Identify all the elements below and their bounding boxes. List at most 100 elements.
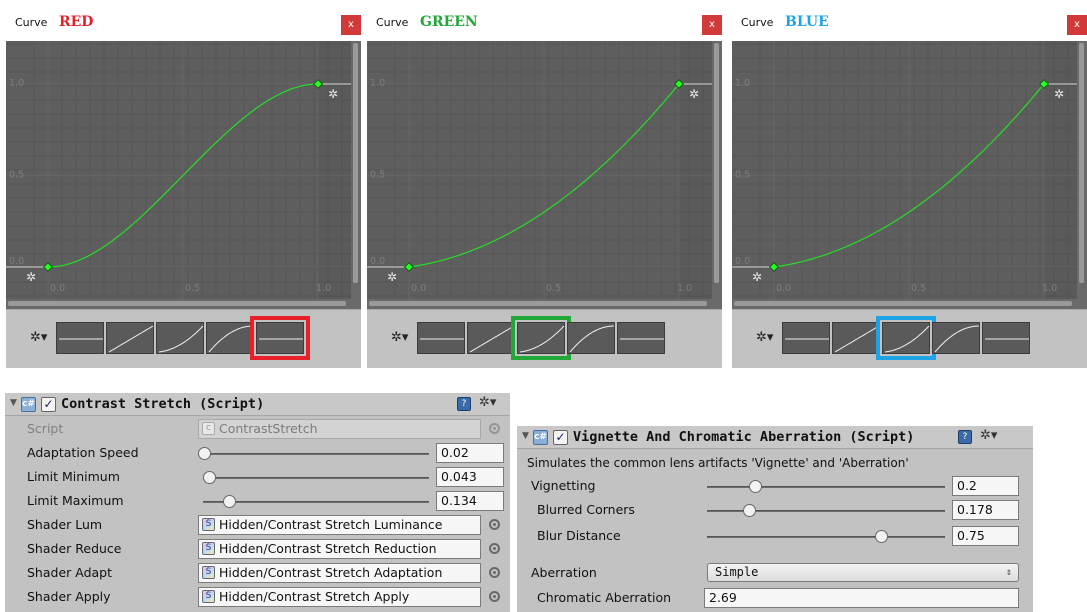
slider-thumb[interactable] bbox=[198, 447, 211, 460]
curve-preset-constant[interactable] bbox=[782, 322, 830, 354]
slider-track[interactable] bbox=[707, 486, 945, 488]
tangent-gear-icon: ✲ bbox=[1054, 87, 1064, 101]
preset-curve-line bbox=[158, 325, 204, 353]
value-field[interactable]: 0.178 bbox=[952, 500, 1019, 520]
curve-title-bar: Curve RED x bbox=[5, 5, 361, 41]
value-field[interactable]: 0.02 bbox=[436, 443, 504, 463]
slider-thumb[interactable] bbox=[223, 495, 236, 508]
slider-track[interactable] bbox=[203, 501, 429, 503]
curve-preset-ease-in-out[interactable] bbox=[617, 322, 665, 354]
chromatic-row: Chromatic Aberration 2.69 bbox=[517, 587, 1033, 611]
shader-value: Hidden/Contrast Stretch Adaptation bbox=[219, 565, 443, 580]
script-icon: c# bbox=[533, 430, 548, 445]
curve-preset-linear[interactable] bbox=[467, 322, 515, 354]
curve-preset-bar: ✲▾ bbox=[732, 309, 1087, 368]
value-field[interactable]: 0.2 bbox=[952, 476, 1019, 496]
slider-thumb[interactable] bbox=[203, 471, 216, 484]
shader-field[interactable]: S Hidden/Contrast Stretch Adaptation bbox=[198, 563, 481, 583]
shader-value: Hidden/Contrast Stretch Luminance bbox=[219, 517, 443, 532]
x-tick-label: 0.5 bbox=[185, 283, 200, 294]
object-picker-icon[interactable] bbox=[489, 591, 500, 602]
close-button[interactable]: x bbox=[341, 15, 361, 35]
slider-row-vignetting: Vignetting 0.2 bbox=[517, 475, 1033, 499]
curve-title-bar: Curve BLUE x bbox=[731, 5, 1087, 41]
chromatic-label: Chromatic Aberration bbox=[537, 590, 672, 605]
slider-label: Adaptation Speed bbox=[27, 445, 139, 460]
slider-label: Vignetting bbox=[531, 478, 596, 493]
vertical-scrollbar-thumb bbox=[353, 43, 358, 283]
slider-label: Blur Distance bbox=[537, 528, 621, 543]
curve-preset-ease-in-out[interactable] bbox=[250, 316, 310, 360]
curve-editor-canvas[interactable]: 1.0 0.5 0.0 0.0 0.5 1.0 ✲ ✲ bbox=[367, 41, 722, 309]
enabled-checkbox[interactable]: ✓ bbox=[41, 397, 56, 412]
curve-preset-ease-in[interactable] bbox=[156, 322, 204, 354]
curve-label: Curve bbox=[15, 16, 48, 29]
horizontal-scrollbar-thumb bbox=[8, 301, 346, 306]
slider-label: Blurred Corners bbox=[537, 502, 635, 517]
value-field[interactable]: 0.75 bbox=[952, 526, 1019, 546]
vertical-scrollbar-thumb bbox=[714, 43, 719, 283]
slider-row-limit-maximum: Limit Maximum 0.134 bbox=[5, 490, 510, 514]
shader-value: Hidden/Contrast Stretch Reduction bbox=[219, 541, 437, 556]
slider-row-limit-minimum: Limit Minimum 0.043 bbox=[5, 466, 510, 490]
curve-preset-ease-out[interactable] bbox=[567, 322, 615, 354]
preset-curve-line bbox=[519, 325, 565, 353]
curve-preset-linear[interactable] bbox=[106, 322, 154, 354]
shader-field[interactable]: S Hidden/Contrast Stretch Reduction bbox=[198, 539, 481, 559]
slider-track[interactable] bbox=[707, 536, 945, 538]
foldout-arrow-icon[interactable]: ▼ bbox=[10, 398, 17, 408]
slider-track[interactable] bbox=[203, 453, 429, 455]
help-book-icon[interactable]: ? bbox=[958, 430, 972, 444]
shader-field[interactable]: S Hidden/Contrast Stretch Apply bbox=[198, 587, 481, 607]
shader-file-icon: S bbox=[202, 542, 215, 555]
contrast-stretch-inspector: ▼ c# ✓ Contrast Stretch (Script) ? ✲▾ Sc… bbox=[5, 393, 510, 612]
chromatic-value-field[interactable]: 2.69 bbox=[704, 588, 1019, 608]
enabled-checkbox[interactable]: ✓ bbox=[553, 430, 568, 445]
curve-preset-ease-out[interactable] bbox=[932, 322, 980, 354]
tangent-gear-icon: ✲ bbox=[328, 87, 338, 101]
curve-window-blue: Curve BLUE x 1.0 0.5 0.0 0.0 0.5 1.0 ✲ ✲ ✲▾ bbox=[731, 5, 1087, 368]
y-tick-label: 0.5 bbox=[735, 170, 750, 181]
value-field[interactable]: 0.043 bbox=[436, 467, 504, 487]
close-button[interactable]: x bbox=[702, 15, 722, 35]
slider-thumb[interactable] bbox=[743, 504, 756, 517]
gear-icon[interactable]: ✲▾ bbox=[479, 395, 496, 410]
slider-thumb[interactable] bbox=[749, 480, 762, 493]
tangent-gear-icon: ✲ bbox=[387, 270, 397, 284]
component-header: ▼ c# ✓ Contrast Stretch (Script) ? ✲▾ bbox=[5, 393, 510, 416]
shader-file-icon: S bbox=[202, 566, 215, 579]
object-picker-icon[interactable] bbox=[489, 543, 500, 554]
component-title: Contrast Stretch (Script) bbox=[61, 396, 265, 412]
curve-preset-constant[interactable] bbox=[56, 322, 104, 354]
shader-field[interactable]: S Hidden/Contrast Stretch Luminance bbox=[198, 515, 481, 535]
gear-icon[interactable]: ✲▾ bbox=[30, 330, 47, 345]
foldout-arrow-icon[interactable]: ▼ bbox=[522, 431, 529, 441]
slider-track[interactable] bbox=[203, 477, 429, 479]
curve-preset-ease-in[interactable] bbox=[876, 316, 936, 360]
curve-editor-canvas[interactable]: 1.0 0.5 0.0 0.0 0.5 1.0 ✲ ✲ bbox=[6, 41, 361, 309]
shader-file-icon: S bbox=[202, 590, 215, 603]
curve-preset-ease-out[interactable] bbox=[206, 322, 254, 354]
shader-row-adapt: Shader Adapt S Hidden/Contrast Stretch A… bbox=[5, 562, 510, 586]
object-picker-icon[interactable] bbox=[489, 567, 500, 578]
curve-preset-constant[interactable] bbox=[417, 322, 465, 354]
gear-icon[interactable]: ✲▾ bbox=[756, 330, 773, 345]
close-button[interactable]: x bbox=[1067, 15, 1087, 35]
gear-icon[interactable]: ✲▾ bbox=[980, 428, 997, 443]
tangent-gear-icon: ✲ bbox=[26, 270, 36, 284]
tangent-gear-icon: ✲ bbox=[689, 87, 699, 101]
shader-file-icon: S bbox=[202, 518, 215, 531]
object-picker-icon[interactable] bbox=[489, 519, 500, 530]
value-field[interactable]: 0.134 bbox=[436, 491, 504, 511]
curve-preset-ease-in-out[interactable] bbox=[982, 322, 1030, 354]
aberration-mode-dropdown[interactable]: Simple ⇕ bbox=[707, 563, 1019, 582]
shader-label: Shader Lum bbox=[27, 517, 103, 532]
shader-label: Shader Adapt bbox=[27, 565, 113, 580]
curve-preset-linear[interactable] bbox=[832, 322, 880, 354]
curve-preset-ease-in[interactable] bbox=[511, 316, 571, 360]
curve-editor-canvas[interactable]: 1.0 0.5 0.0 0.0 0.5 1.0 ✲ ✲ bbox=[732, 41, 1087, 309]
gear-icon[interactable]: ✲▾ bbox=[391, 330, 408, 345]
slider-thumb[interactable] bbox=[875, 530, 888, 543]
preset-curve-line bbox=[108, 325, 154, 353]
help-book-icon[interactable]: ? bbox=[457, 397, 471, 411]
